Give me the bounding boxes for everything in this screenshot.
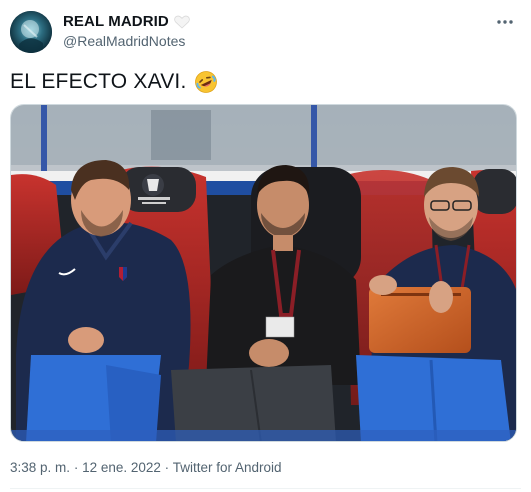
avatar-image — [10, 11, 52, 53]
tweet-card: REAL MADRID @RealMadridNotes EL EFECTO X… — [0, 0, 531, 492]
avatar[interactable] — [10, 11, 52, 53]
tweet-text-row: EL EFECTO XAVI. — [10, 69, 218, 95]
tweet-text: EL EFECTO XAVI. — [10, 70, 187, 93]
tweet-meta: 3:38 p. m. · 12 ene. 2022 · Twitter for … — [10, 460, 282, 475]
white-heart-icon — [174, 15, 190, 29]
more-options-icon[interactable] — [495, 12, 515, 32]
tweet-source[interactable]: Twitter for Android — [173, 460, 282, 475]
tweet-photo[interactable] — [10, 104, 517, 442]
meta-separator-2: · — [164, 460, 170, 475]
rolling-on-floor-laughing-emoji-icon — [194, 71, 217, 93]
tweet-time[interactable]: 3:38 p. m. — [10, 460, 70, 475]
author-handle[interactable]: @RealMadridNotes — [63, 33, 185, 49]
tweet-date[interactable]: 12 ene. 2022 — [82, 460, 161, 475]
meta-separator: · — [73, 460, 79, 475]
display-name[interactable]: REAL MADRID — [63, 13, 169, 30]
bench-photo — [11, 105, 516, 441]
author-name-row[interactable]: REAL MADRID — [63, 13, 190, 30]
divider — [10, 488, 521, 489]
